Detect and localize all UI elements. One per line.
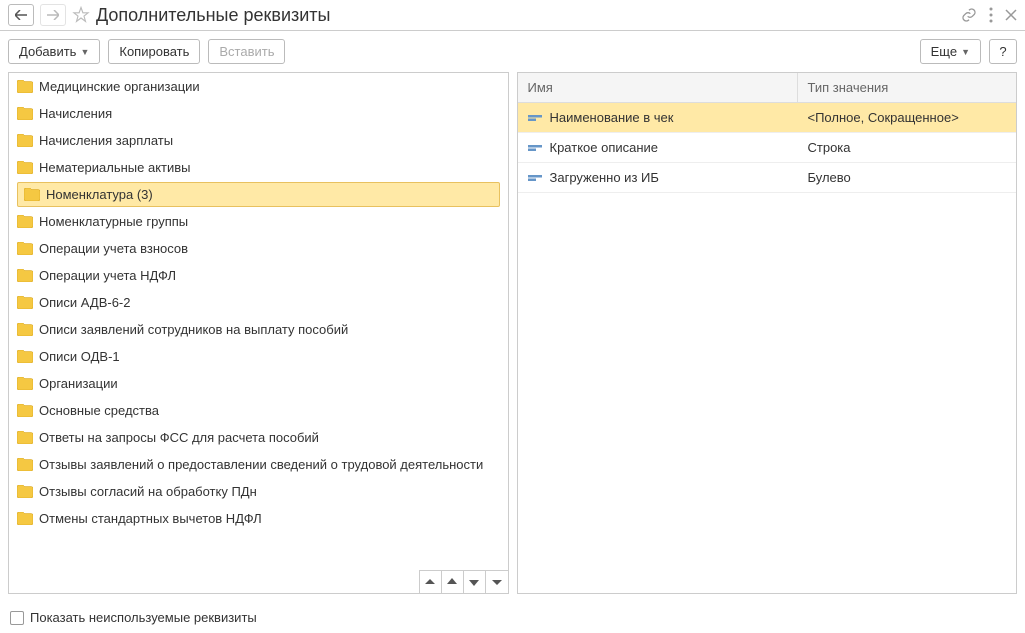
attributes-panel: Имя Тип значения Наименование в чек <Полн… [517,72,1018,594]
tree-item[interactable]: Операции учета НДФЛ [9,262,508,289]
tree-item[interactable]: Ответы на запросы ФСС для расчета пособи… [9,424,508,451]
more-button[interactable]: Еще▼ [920,39,981,64]
attribute-icon [528,175,542,181]
folder-icon [17,377,33,390]
table-row[interactable]: Краткое описание Строка [518,133,1017,163]
add-button[interactable]: Добавить▼ [8,39,100,64]
table-header: Имя Тип значения [518,73,1017,103]
paste-button[interactable]: Вставить [208,39,285,64]
tree-item-label: Основные средства [39,403,159,418]
tree-item-label: Ответы на запросы ФСС для расчета пособи… [39,430,319,445]
tree-item-label: Номенклатура (3) [46,187,153,202]
row-name: Загруженно из ИБ [550,170,659,185]
table-row[interactable]: Загруженно из ИБ Булево [518,163,1017,193]
tree-item-label: Медицинские организации [39,79,200,94]
tree-nav-controls [419,570,508,593]
folder-icon [17,404,33,417]
folder-icon [17,323,33,336]
main-content: Медицинские организации Начисления Начисле… [0,72,1025,602]
row-type: Булево [798,163,1017,192]
tree-item[interactable]: Описи ОДВ-1 [9,343,508,370]
favorite-icon[interactable] [72,6,90,24]
tree-item-label: Номенклатурные группы [39,214,188,229]
folder-icon [17,485,33,498]
tree-panel: Медицинские организации Начисления Начисле… [8,72,509,594]
folder-icon [17,350,33,363]
folder-icon [17,242,33,255]
folder-icon [17,161,33,174]
nav-up-icon[interactable] [442,571,464,593]
show-unused-label: Показать неиспользуемые реквизиты [30,610,257,625]
tree-item-label: Отмены стандартных вычетов НДФЛ [39,511,262,526]
column-header-type[interactable]: Тип значения [798,73,1017,102]
tree-item[interactable]: Начисления зарплаты [9,127,508,154]
row-name: Наименование в чек [550,110,674,125]
tree-item[interactable]: Номенклатурные группы [9,208,508,235]
tree-item-label: Операции учета НДФЛ [39,268,176,283]
row-name: Краткое описание [550,140,659,155]
kebab-menu-icon[interactable] [989,7,993,23]
tree-item-label: Отзывы согласий на обработку ПДн [39,484,257,499]
tree-item[interactable]: Описи АДВ-6-2 [9,289,508,316]
tree-item[interactable]: Основные средства [9,397,508,424]
folder-icon [17,431,33,444]
folder-icon [17,134,33,147]
link-icon[interactable] [961,7,977,23]
tree-item[interactable]: Медицинские организации [9,73,508,100]
tree-item[interactable]: Отзывы заявлений о предоставлении сведен… [9,451,508,478]
footer: Показать неиспользуемые реквизиты [0,602,1025,633]
folder-icon [17,80,33,93]
show-unused-checkbox[interactable] [10,611,24,625]
tree-item-label: Нематериальные активы [39,160,191,175]
titlebar: Дополнительные реквизиты [0,0,1025,31]
nav-bottom-icon[interactable] [486,571,508,593]
tree-item[interactable]: Описи заявлений сотрудников на выплату п… [9,316,508,343]
tree-item[interactable]: Отзывы согласий на обработку ПДн [9,478,508,505]
tree-item[interactable]: Номенклатура (3) [17,182,500,207]
tree-item[interactable]: Операции учета взносов [9,235,508,262]
row-type: Строка [798,133,1017,162]
tree-item[interactable]: Организации [9,370,508,397]
folder-icon [24,188,40,201]
attribute-icon [528,115,542,121]
forward-button[interactable] [40,4,66,26]
toolbar: Добавить▼ Копировать Вставить Еще▼ ? [0,31,1025,72]
nav-top-icon[interactable] [420,571,442,593]
tree-item[interactable]: Отмены стандартных вычетов НДФЛ [9,505,508,532]
folder-icon [17,458,33,471]
tree-item[interactable]: Нематериальные активы [9,154,508,181]
attribute-icon [528,145,542,151]
nav-down-icon[interactable] [464,571,486,593]
tree-item-label: Начисления [39,106,112,121]
row-type: <Полное, Сокращенное> [798,103,1017,132]
page-title: Дополнительные реквизиты [96,5,331,26]
copy-button[interactable]: Копировать [108,39,200,64]
tree-item-label: Описи АДВ-6-2 [39,295,130,310]
folder-icon [17,107,33,120]
tree-item-label: Операции учета взносов [39,241,188,256]
tree-item[interactable]: Начисления [9,100,508,127]
table-row[interactable]: Наименование в чек <Полное, Сокращенное> [518,103,1017,133]
folder-icon [17,269,33,282]
tree-item-label: Начисления зарплаты [39,133,173,148]
tree-item-label: Описи ОДВ-1 [39,349,120,364]
folder-icon [17,296,33,309]
folder-icon [17,215,33,228]
tree-item-label: Отзывы заявлений о предоставлении сведен… [39,457,483,472]
help-button[interactable]: ? [989,39,1017,64]
back-button[interactable] [8,4,34,26]
tree-item-label: Описи заявлений сотрудников на выплату п… [39,322,348,337]
tree-item-label: Организации [39,376,118,391]
folder-icon [17,512,33,525]
column-header-name[interactable]: Имя [518,73,798,102]
close-icon[interactable] [1005,9,1017,21]
